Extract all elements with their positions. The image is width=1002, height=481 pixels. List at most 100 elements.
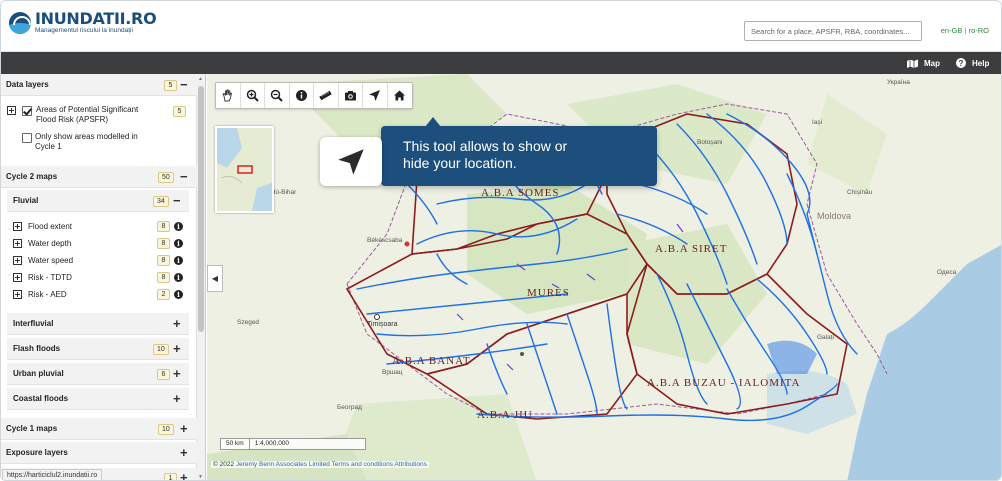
home-extent-button[interactable] xyxy=(388,83,413,108)
layer-label[interactable]: Risk - TDTD xyxy=(28,273,72,282)
region-label: Україна xyxy=(887,79,910,86)
only-modelled-option: Only show areas modelled in Cycle 1 xyxy=(22,132,192,156)
expand-plus-icon[interactable]: + xyxy=(180,422,188,435)
fluvial-header[interactable]: Fluvial 34 − xyxy=(7,190,189,212)
city-label: Београд xyxy=(337,404,362,411)
location-arrow-icon xyxy=(338,148,364,175)
apsfr-layer: Areas of Potential Significant Flood Ris… xyxy=(7,105,189,129)
info-icon[interactable]: i xyxy=(174,290,183,299)
city-label: Одеса xyxy=(937,269,957,276)
location-tooltip: This tool allows to show or hide your lo… xyxy=(381,117,657,186)
basin-label: A.B.A SIRET xyxy=(655,243,727,255)
fluvial-count: 34 xyxy=(153,196,169,207)
expand-plus-icon[interactable]: + xyxy=(180,471,188,480)
layer-label[interactable]: Water depth xyxy=(28,239,71,248)
zoom-out-button[interactable] xyxy=(265,83,290,108)
help-nav-label: Help xyxy=(972,58,990,68)
interfluvial-header[interactable]: Interfluvial + xyxy=(7,313,189,335)
expand-icon[interactable] xyxy=(7,106,16,115)
jba-link[interactable]: Jeremy Benn Associates Limited xyxy=(236,461,330,468)
expand-icon[interactable] xyxy=(13,290,22,299)
minimap-graphic xyxy=(217,128,272,211)
layer-label[interactable]: Water speed xyxy=(28,256,73,265)
layer-risk-aed: Risk - AED 2 i xyxy=(7,286,189,303)
cycle2-count: 50 xyxy=(158,172,174,183)
scroll-down-icon[interactable]: ▼ xyxy=(198,474,203,480)
expand-plus-icon[interactable]: + xyxy=(173,367,181,380)
country-label: Moldova xyxy=(817,211,851,221)
map-icon xyxy=(907,59,918,68)
flash-floods-header[interactable]: Flash floods 10 + xyxy=(7,338,189,360)
data-layers-header[interactable]: Data layers 5 − xyxy=(1,74,197,96)
lang-en-link[interactable]: en-GB xyxy=(941,26,963,35)
info-icon[interactable]: i xyxy=(174,256,183,265)
exposure-header[interactable]: Exposure layers + xyxy=(1,442,197,464)
collapse-icon[interactable]: − xyxy=(180,170,188,183)
zoom-in-button[interactable] xyxy=(241,83,265,108)
flash-floods-label: Flash floods xyxy=(13,344,61,353)
logo[interactable]: INUNDATII.RO Managementul riscului la in… xyxy=(9,11,157,35)
question-circle-icon: ? xyxy=(956,58,966,68)
top-nav-bar: Map ? Help xyxy=(1,52,1001,74)
info-icon[interactable]: i xyxy=(174,273,183,282)
collapse-sidebar-button[interactable]: ◀ xyxy=(207,265,223,292)
info-icon[interactable]: i xyxy=(174,222,183,231)
city-label: Galați xyxy=(817,334,834,341)
sidebar-scrollbar[interactable]: ▲ ▼ xyxy=(196,74,205,480)
collapse-icon[interactable]: − xyxy=(173,194,181,207)
city-label: Вршац xyxy=(382,369,403,376)
cycle2-header[interactable]: Cycle 2 maps 50 − xyxy=(1,166,197,188)
location-arrow-icon xyxy=(369,90,381,101)
cycle1-header[interactable]: Cycle 1 maps 10 + xyxy=(1,418,197,440)
layer-label[interactable]: Flood extent xyxy=(28,222,72,231)
scrollbar-thumb[interactable] xyxy=(198,86,204,332)
coastal-floods-label: Coastal floods xyxy=(13,394,69,403)
overview-minimap[interactable] xyxy=(215,126,274,213)
city-label: Békéscsaba xyxy=(367,237,403,244)
coastal-floods-header[interactable]: Coastal floods + xyxy=(7,388,189,410)
fluvial-label: Fluvial xyxy=(13,196,39,205)
scroll-up-icon[interactable]: ▲ xyxy=(198,76,203,82)
lang-separator: | xyxy=(964,26,967,35)
layer-count: 8 xyxy=(157,238,170,249)
expand-icon[interactable] xyxy=(13,222,22,231)
collapse-icon[interactable]: − xyxy=(180,78,188,91)
expand-icon[interactable] xyxy=(13,256,22,265)
only-modelled-checkbox[interactable] xyxy=(22,133,32,143)
map-scale: 50 km 1:4,000,000 xyxy=(220,438,366,450)
cycle1-count: 10 xyxy=(158,424,174,435)
pan-tool-button[interactable] xyxy=(216,83,241,108)
lang-ro-link[interactable]: ro-RO xyxy=(969,26,989,35)
expand-plus-icon[interactable]: + xyxy=(173,392,181,405)
zoom-in-icon xyxy=(246,89,259,102)
chevron-left-icon: ◀ xyxy=(211,274,219,283)
city-label: Szeged xyxy=(237,319,259,326)
map-nav-button[interactable]: Map xyxy=(907,52,940,74)
urban-pluvial-header[interactable]: Urban pluvial 6 + xyxy=(7,363,189,385)
basin-label: A.B.A SOMES xyxy=(481,187,560,199)
measure-button[interactable] xyxy=(314,83,339,108)
apsfr-checkbox[interactable] xyxy=(22,106,32,116)
apsfr-count: 5 xyxy=(173,106,186,117)
expand-plus-icon[interactable]: + xyxy=(173,342,181,355)
app-frame: INUNDATII.RO Managementul riscului la in… xyxy=(0,0,1002,481)
expand-plus-icon[interactable]: + xyxy=(173,317,181,330)
help-nav-button[interactable]: ? Help xyxy=(956,52,989,74)
search-input[interactable] xyxy=(744,21,922,41)
layer-label[interactable]: Risk - AED xyxy=(28,290,67,299)
flash-floods-count: 10 xyxy=(153,344,169,355)
expand-icon[interactable] xyxy=(13,273,22,282)
terms-link[interactable]: Terms and conditions xyxy=(332,461,393,468)
basin-label: MURES xyxy=(527,287,570,299)
expand-plus-icon[interactable]: + xyxy=(180,446,188,459)
map-canvas[interactable]: Békéscsaba Szeged Београд Вршац Одеса Ук… xyxy=(207,74,1001,480)
apsfr-label-line1: Areas of Potential Significant xyxy=(36,105,139,114)
city-label: Chișinău xyxy=(847,189,873,196)
info-icon[interactable]: i xyxy=(174,239,183,248)
my-location-button[interactable] xyxy=(363,83,388,108)
expand-icon[interactable] xyxy=(13,239,22,248)
screenshot-button[interactable] xyxy=(339,83,363,108)
identify-button[interactable] xyxy=(290,83,314,108)
attributions-link[interactable]: Attributions xyxy=(394,461,427,468)
map-nav-label: Map xyxy=(924,58,940,68)
